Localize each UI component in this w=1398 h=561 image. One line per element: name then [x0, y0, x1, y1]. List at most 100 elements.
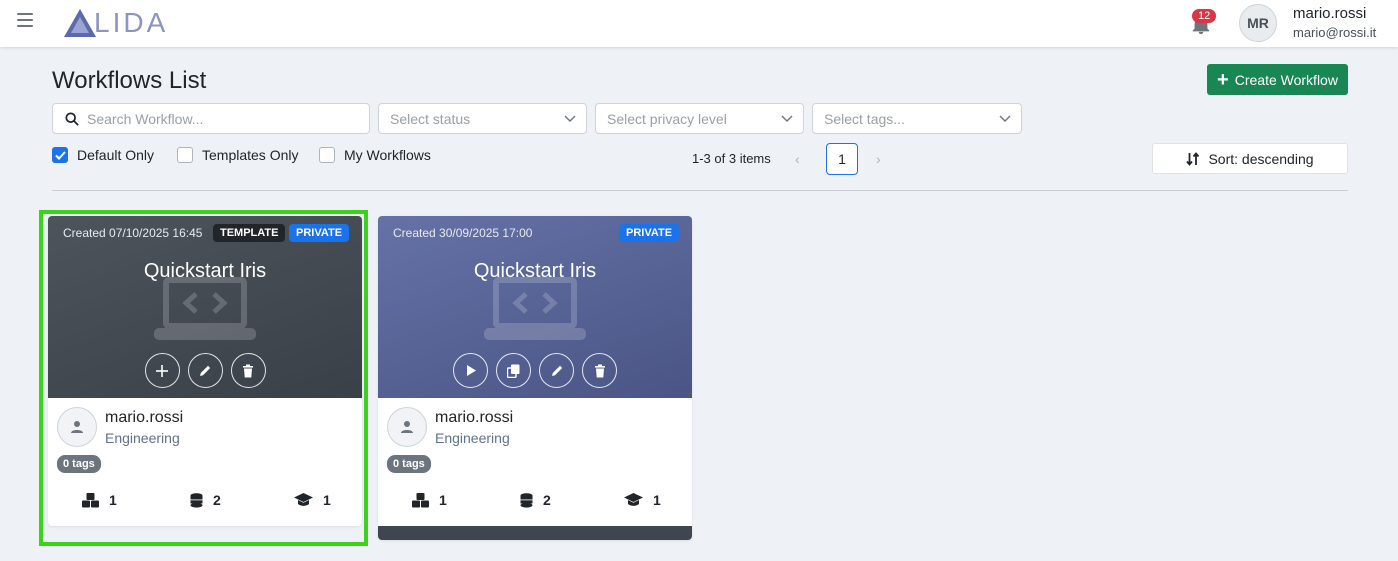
tags-badge: 0 tags	[57, 455, 101, 473]
workflow-actions	[378, 353, 692, 388]
check-icon	[54, 150, 66, 160]
workflow-card[interactable]: Created 30/09/2025 17:00 PRIVATE Quickst…	[378, 216, 692, 540]
create-workflow-button[interactable]: + Create Workflow	[1207, 64, 1348, 95]
owner-department: Engineering	[435, 430, 510, 446]
user-email: mario@rossi.it	[1293, 25, 1377, 40]
workflow-card-header: Created 30/09/2025 17:00 PRIVATE Quickst…	[378, 216, 692, 398]
app-logo[interactable]: LIDA	[62, 6, 168, 40]
stat-value: 1	[109, 492, 117, 508]
private-badge: PRIVATE	[619, 224, 680, 242]
status-select[interactable]: Select status	[378, 103, 587, 134]
owner-avatar	[57, 407, 97, 447]
copy-icon	[507, 364, 520, 378]
status-select-placeholder: Select status	[390, 110, 471, 127]
stat-models: 1	[294, 492, 331, 508]
sort-button[interactable]: Sort: descending	[1152, 143, 1348, 174]
edit-button[interactable]	[187, 353, 223, 388]
template-badge: TEMPLATE	[213, 224, 286, 242]
page-number-button[interactable]: 1	[826, 143, 858, 175]
database-icon	[190, 492, 203, 508]
search-input[interactable]	[87, 110, 357, 127]
delete-button[interactable]	[582, 353, 617, 388]
created-date: Created 30/09/2025 17:00	[393, 226, 533, 240]
owner-name: mario.rossi	[105, 409, 184, 426]
templates-only-checkbox[interactable]: Templates Only	[177, 147, 298, 163]
checkbox-label: Templates Only	[202, 147, 299, 163]
owner-avatar	[387, 407, 427, 447]
hamburger-menu-icon[interactable]	[17, 13, 33, 29]
graduation-cap-icon	[624, 493, 643, 506]
page-prev-button[interactable]: ‹	[795, 151, 800, 167]
stat-value: 1	[653, 492, 661, 508]
default-only-checkbox[interactable]: Default Only	[52, 147, 154, 163]
stat-value: 1	[323, 492, 331, 508]
my-workflows-checkbox[interactable]: My Workflows	[319, 147, 431, 163]
trash-icon	[594, 364, 605, 377]
workflow-actions	[48, 353, 362, 388]
sort-label: Sort: descending	[1208, 150, 1314, 167]
privacy-select[interactable]: Select privacy level	[595, 103, 804, 134]
pencil-icon	[200, 365, 211, 376]
plus-icon: +	[1217, 68, 1229, 91]
logo-triangle-icon	[64, 9, 96, 37]
notification-badge: 12	[1192, 9, 1217, 23]
create-workflow-label: Create Workflow	[1234, 71, 1338, 88]
tags-select[interactable]: Select tags...	[812, 103, 1022, 134]
checkbox-box[interactable]	[319, 147, 335, 163]
stat-value: 2	[213, 492, 221, 508]
search-box	[52, 103, 370, 134]
workflow-card-body: mario.rossi Engineering 0 tags 1 2 1	[378, 398, 692, 526]
trash-icon	[243, 364, 253, 377]
duplicate-button[interactable]	[496, 353, 531, 388]
workflow-card-body: mario.rossi Engineering 0 tags 1 2 1	[48, 398, 362, 526]
user-avatar[interactable]: MR	[1239, 4, 1277, 42]
user-name: mario.rossi	[1293, 5, 1367, 22]
cubes-icon	[412, 492, 429, 507]
divider	[52, 190, 1348, 191]
search-icon	[65, 111, 79, 126]
stat-items: 1	[412, 492, 447, 508]
chevron-down-icon	[564, 115, 576, 122]
card-footer-bar	[378, 526, 692, 540]
items-count: 1-3 of 3 items	[692, 151, 771, 166]
owner-name: mario.rossi	[435, 409, 514, 426]
checkbox-box[interactable]	[52, 147, 68, 163]
owner-department: Engineering	[105, 430, 180, 446]
checkbox-label: My Workflows	[344, 147, 431, 163]
user-icon	[71, 421, 83, 433]
page-title: Workflows List	[52, 67, 207, 94]
chevron-down-icon	[999, 115, 1011, 122]
stat-models: 1	[624, 492, 661, 508]
checkbox-box[interactable]	[177, 147, 193, 163]
stat-datasets: 2	[190, 492, 221, 508]
run-button[interactable]	[453, 353, 488, 388]
private-badge: PRIVATE	[289, 224, 350, 242]
database-icon	[520, 492, 533, 508]
checkbox-label: Default Only	[77, 147, 155, 163]
stat-value: 1	[439, 492, 447, 508]
tags-select-placeholder: Select tags...	[824, 110, 905, 127]
sort-icon	[1186, 151, 1200, 166]
workflow-card[interactable]: Created 07/10/2025 16:45 TEMPLATE PRIVAT…	[48, 216, 362, 526]
chevron-down-icon	[781, 115, 793, 122]
add-button[interactable]	[144, 353, 180, 388]
delete-button[interactable]	[230, 353, 266, 388]
laptop-code-icon	[484, 277, 586, 340]
workflow-card-header: Created 07/10/2025 16:45 TEMPLATE PRIVAT…	[48, 216, 362, 398]
tags-badge: 0 tags	[387, 455, 431, 473]
laptop-code-icon	[154, 277, 256, 340]
stat-value: 2	[543, 492, 551, 508]
graduation-cap-icon	[294, 493, 313, 506]
stat-datasets: 2	[520, 492, 551, 508]
play-icon	[466, 365, 476, 376]
plus-icon	[156, 364, 168, 377]
user-icon	[401, 421, 413, 433]
pencil-icon	[551, 365, 562, 376]
logo-text: LIDA	[94, 7, 169, 38]
page-next-button[interactable]: ›	[876, 151, 881, 167]
stat-items: 1	[82, 492, 117, 508]
edit-button[interactable]	[539, 353, 574, 388]
cubes-icon	[82, 492, 99, 507]
top-bar: LIDA 12 MR mario.rossi mario@rossi.it	[0, 0, 1398, 47]
privacy-select-placeholder: Select privacy level	[607, 110, 727, 127]
